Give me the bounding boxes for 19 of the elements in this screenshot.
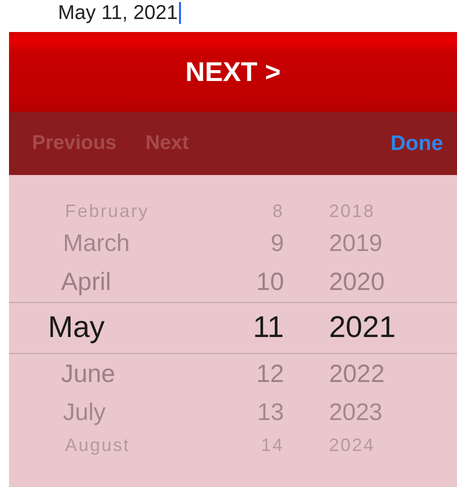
year-option[interactable]: 2023 [284, 398, 424, 426]
year-option[interactable]: 2019 [284, 230, 424, 258]
day-option[interactable]: 13 [179, 398, 284, 426]
day-option[interactable]: 11 [179, 311, 284, 345]
next-button[interactable]: NEXT > [9, 32, 457, 112]
year-option[interactable]: 2020 [284, 268, 424, 296]
day-option[interactable]: 9 [179, 230, 284, 258]
day-option[interactable]: 12 [179, 360, 284, 388]
month-option[interactable]: March [9, 230, 179, 258]
day-option[interactable]: 10 [179, 268, 284, 296]
date-field[interactable]: May 11, 2021 [0, 0, 457, 26]
done-button[interactable]: Done [390, 132, 443, 156]
month-option[interactable]: July [9, 398, 179, 426]
month-option[interactable]: April [9, 268, 179, 296]
year-option[interactable]: 2021 [284, 311, 424, 345]
month-option[interactable]: May [9, 311, 179, 345]
month-option[interactable]: June [9, 360, 179, 388]
year-option[interactable]: 2022 [284, 360, 424, 388]
date-value: May 11, 2021 [58, 2, 178, 24]
